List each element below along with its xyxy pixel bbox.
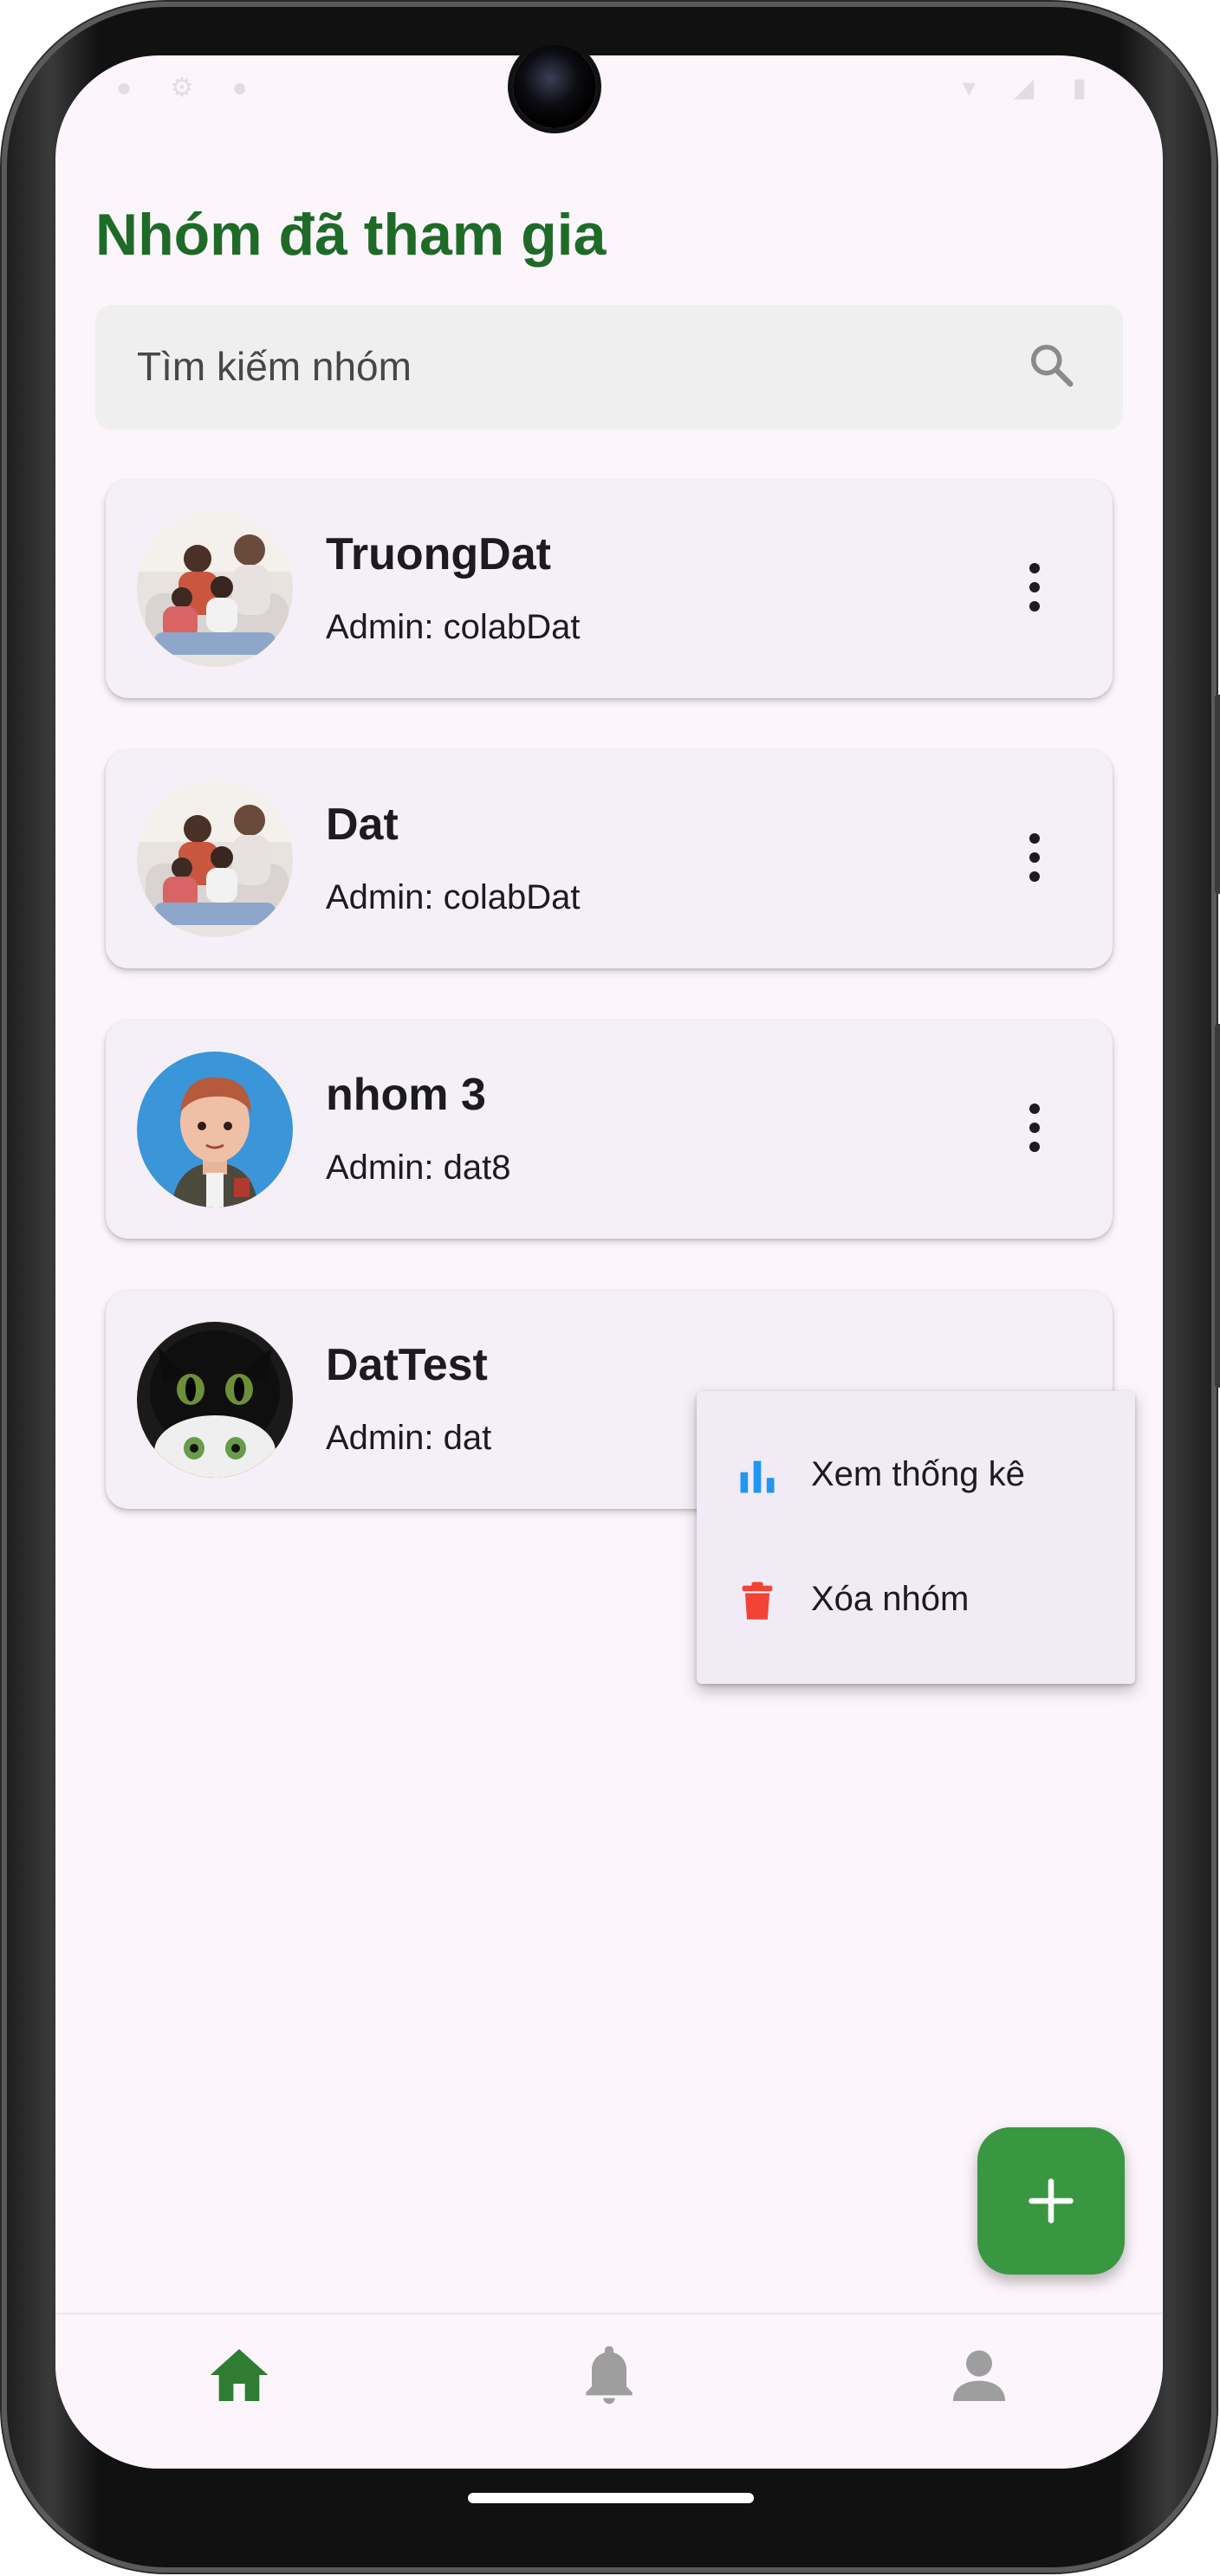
power-button (1215, 695, 1220, 894)
more-options-button[interactable] (1017, 1095, 1052, 1164)
group-card[interactable]: Dat Admin: colabDat (106, 750, 1113, 968)
group-avatar-black-cat (137, 1322, 293, 1478)
volume-button (1215, 1024, 1220, 1388)
group-name: TruongDat (326, 529, 551, 579)
bell-icon (586, 2346, 633, 2404)
person-icon (953, 2350, 1005, 2401)
family-photo-image (137, 511, 293, 667)
nav-home[interactable] (204, 2340, 274, 2410)
status-icons-left: ● ⚙ ● (116, 74, 263, 102)
group-name: Dat (326, 799, 399, 850)
group-avatar-boy-3d (137, 1052, 293, 1207)
menu-item-label: Xóa nhóm (811, 1580, 970, 1618)
menu-item-label: Xem thống kê (811, 1455, 1025, 1493)
group-card[interactable]: nhom 3 Admin: dat8 (106, 1020, 1113, 1239)
status-bar: ● ⚙ ● ▾ ◢ ▮ (55, 55, 1163, 125)
home-indicator[interactable] (468, 2493, 754, 2503)
add-group-button[interactable] (977, 2127, 1125, 2275)
group-name: DatTest (326, 1340, 488, 1390)
home-icon (210, 2349, 269, 2401)
group-avatar-family-photo (137, 511, 293, 667)
group-admin: Admin: colabDat (326, 878, 581, 916)
bottom-navigation (55, 2313, 1163, 2469)
family-photo-image (137, 781, 293, 937)
more-options-button[interactable] (1017, 825, 1052, 894)
group-options-menu: Xem thống kê Xóa nhóm (697, 1391, 1135, 1684)
phone-frame: ● ⚙ ● ▾ ◢ ▮ Nhóm đã tham gia Tìm kiếm nh… (2, 2, 1220, 2573)
menu-item-delete-group[interactable]: Xóa nhóm (697, 1537, 1135, 1661)
bar-chart-icon (740, 1460, 775, 1493)
menu-item-view-stats[interactable]: Xem thống kê (697, 1412, 1135, 1537)
group-card[interactable]: TruongDat Admin: colabDat (106, 480, 1113, 698)
trash-icon (742, 1582, 773, 1620)
app-screen: ● ⚙ ● ▾ ◢ ▮ Nhóm đã tham gia Tìm kiếm nh… (55, 55, 1163, 2469)
black-cat-image (137, 1322, 293, 1478)
search-icon[interactable] (1026, 340, 1078, 392)
search-input[interactable]: Tìm kiếm nhóm (95, 305, 1123, 430)
page-title: Nhóm đã tham gia (95, 202, 607, 268)
group-avatar-family-photo (137, 781, 293, 937)
group-name: nhom 3 (326, 1070, 486, 1120)
group-admin: Admin: dat (326, 1419, 492, 1457)
search-placeholder: Tìm kiếm nhóm (137, 344, 412, 389)
front-camera (513, 45, 596, 128)
more-options-button[interactable] (1017, 554, 1052, 624)
boy-avatar-image (137, 1052, 293, 1207)
status-icons-right: ▾ ◢ ▮ (962, 74, 1102, 102)
group-admin: Admin: dat8 (326, 1149, 511, 1187)
nav-notifications[interactable] (574, 2340, 644, 2410)
plus-icon (1029, 2178, 1074, 2223)
group-admin: Admin: colabDat (326, 608, 581, 646)
nav-profile[interactable] (944, 2340, 1014, 2410)
